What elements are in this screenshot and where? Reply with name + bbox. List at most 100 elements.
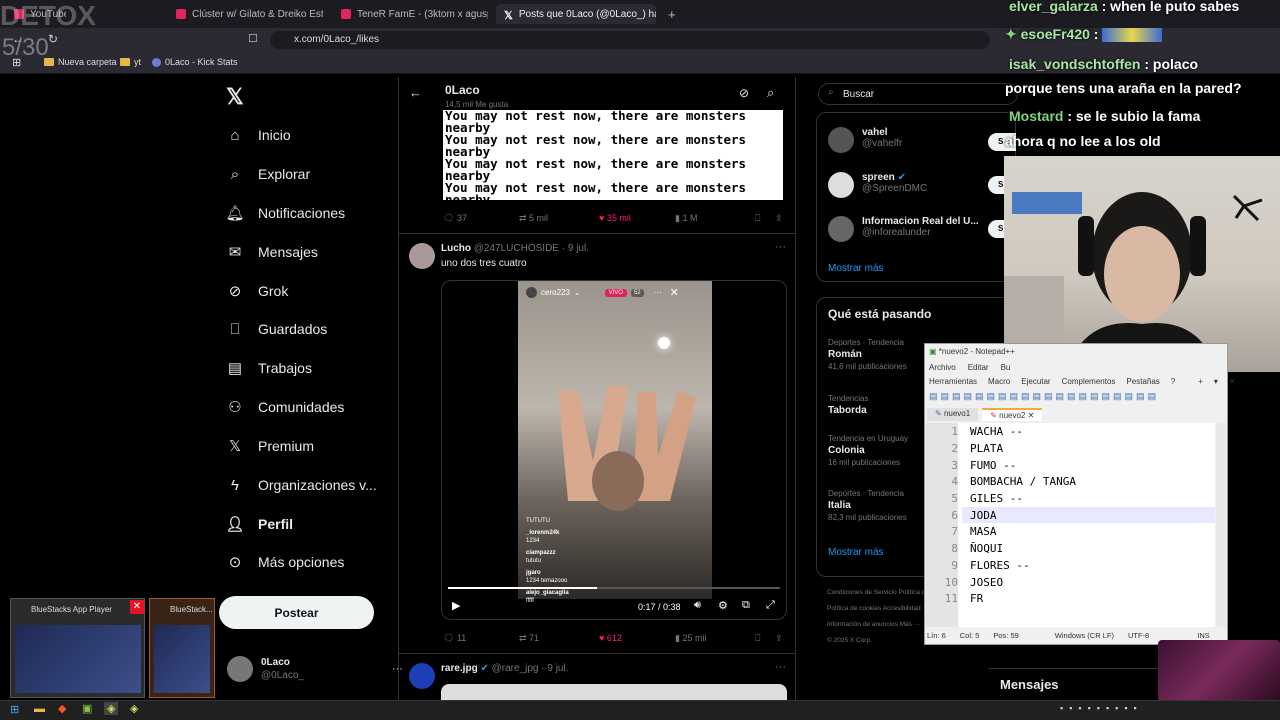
bookmark-kick-stats[interactable]: 0Laco - Kick Stats <box>152 57 238 67</box>
account-switcher[interactable]: 0Laco @0Laco_ ··· <box>227 656 403 682</box>
tweet-image[interactable]: You may not rest now, there are monsters… <box>443 110 783 200</box>
brave-icon[interactable]: ◆ <box>58 702 66 715</box>
author-name[interactable]: Lucho <box>441 243 471 254</box>
who-item[interactable]: spreen ✔ @SpreenDMC <box>828 172 927 198</box>
nav-premium[interactable]: 𝕏 Premium <box>226 437 314 455</box>
more-dots-icon[interactable]: ··· <box>775 661 786 673</box>
nav-more[interactable]: ⊙ Más opciones <box>226 553 345 571</box>
likes-count: 14,5 mil Me gusta <box>445 100 509 109</box>
nav-profile[interactable]: 👤︎ Perfil <box>225 515 293 533</box>
nav-jobs[interactable]: ▤ Trabajos <box>226 359 312 377</box>
tab-nuevo2[interactable]: ✎ nuevo2 ✕ <box>982 408 1043 421</box>
tab-nuevo1[interactable]: ✎ nuevo1 <box>927 408 979 421</box>
thumbnail-bluestacks-2[interactable]: BlueStack... <box>149 598 215 698</box>
tab-tener-fame[interactable]: TeneR FamE - (3ktom x aguspvz x kid <box>333 4 488 24</box>
avatar[interactable] <box>409 243 435 269</box>
views-count[interactable]: ▮ 25 mil <box>675 633 706 644</box>
tab-x-likes[interactable]: 𝕏Posts que 0Laco (@0Laco_) ha m✕ <box>496 4 656 24</box>
pip-icon[interactable]: ⧉ <box>742 599 750 612</box>
tweet-date[interactable]: · 9 jul. <box>562 243 589 254</box>
explorer-icon[interactable]: ▬ <box>34 703 45 715</box>
show-more-link[interactable]: Mostrar más <box>828 547 884 558</box>
menu-pestanas[interactable]: Pestañas <box>1126 377 1159 386</box>
like-button[interactable]: ♥ 35 mil <box>599 213 631 223</box>
dropdown-icon[interactable]: ▾ <box>1214 377 1218 386</box>
new-tab-button[interactable]: + <box>660 4 680 24</box>
post-button[interactable]: Postear <box>219 596 374 629</box>
who-item[interactable]: Informacion Real del U... @inforealunder <box>828 216 979 242</box>
bookmark-icon[interactable]: ☐ <box>248 32 258 45</box>
menu-complementos[interactable]: Complementos <box>1062 377 1116 386</box>
menu-macro[interactable]: Macro <box>988 377 1010 386</box>
trend-item[interactable]: Deportes · Tendencia Román 41,6 mil public… <box>828 337 907 373</box>
bluestacks-icon[interactable]: ◈ <box>130 702 138 715</box>
start-icon[interactable]: ⊞ <box>10 703 19 716</box>
like-button[interactable]: ♥ 612 <box>599 633 622 643</box>
vertical-scrollbar[interactable] <box>1216 423 1226 627</box>
views-count[interactable]: ▮ 1 M <box>675 213 697 224</box>
search-icon[interactable]: ⌕ <box>767 85 774 101</box>
url-field[interactable]: x.com/0Laco_/likes <box>270 31 990 49</box>
video-player[interactable]: cero223 ⌄ VIVO 52 ··· ✕ TUTUTU _lorenm24k… <box>441 280 787 620</box>
bookmark-yt[interactable]: yt <box>120 57 141 67</box>
play-icon[interactable]: ▶ <box>452 599 460 612</box>
trend-item[interactable]: Tendencias Taborda <box>828 393 868 417</box>
nav-home[interactable]: ⌂ Inicio <box>226 126 290 144</box>
messages-drawer[interactable]: Mensajes <box>988 668 1160 700</box>
x-logo-icon: 𝕏 <box>228 438 242 455</box>
nav-notifications[interactable]: 🔔︎ Notificaciones <box>225 204 345 222</box>
text-editor[interactable]: 1 WACHA -- 2 PLATA 3 FUMO -- 4 BOMBACHA / TA… <box>926 423 1215 627</box>
trend-item[interactable]: Tendencia en Uruguay Colonia 16 mil public… <box>828 433 908 469</box>
menu-editar[interactable]: Editar <box>968 363 989 372</box>
who-item[interactable]: vahel @vahelfr <box>828 127 902 153</box>
trend-item[interactable]: Deportes · Tendencia Italia 82,3 mil publi… <box>828 488 907 524</box>
nav-grok[interactable]: ⊘ Grok <box>226 282 289 300</box>
progress-track[interactable] <box>448 587 780 589</box>
nav-explore[interactable]: ⌕ Explorar <box>226 165 310 183</box>
add-icon[interactable]: + <box>1198 377 1203 386</box>
reply-button[interactable]: 🗨︎ 37 <box>443 213 467 224</box>
menu-buscar[interactable]: Bu <box>1001 363 1011 372</box>
reply-button[interactable]: 🗨︎ 11 <box>443 633 466 644</box>
repost-button[interactable]: ⇄ 5 mil <box>519 213 548 224</box>
notepad-icon[interactable]: ▣ <box>82 702 92 715</box>
bluestacks-icon[interactable]: ◈ <box>104 702 119 715</box>
nav-bookmarks[interactable]: ⎕ Guardados <box>226 320 327 338</box>
system-tray[interactable]: ▪▪▪▪▪▪▪▪▪ <box>1060 703 1143 713</box>
bookmark-nueva-carpeta[interactable]: Nueva carpeta <box>44 57 117 67</box>
menu-archivo[interactable]: Archivo <box>929 363 956 372</box>
streamer-silhouette <box>1004 192 1263 372</box>
author-name[interactable]: rare.jpg <box>441 663 478 674</box>
fullscreen-icon[interactable]: ⤢ <box>766 599 775 612</box>
back-arrow-icon[interactable]: ← <box>409 85 422 100</box>
avatar[interactable] <box>409 663 435 689</box>
menu-help[interactable]: ? <box>1171 377 1175 386</box>
close-icon: ✕ <box>1027 411 1035 420</box>
repost-button[interactable]: ⇄ 71 <box>519 633 539 644</box>
menu-herramientas[interactable]: Herramientas <box>929 377 977 386</box>
toolbar[interactable]: ▤▤▤▤▤▤▤▤▤▤▤▤▤▤▤▤▤▤▤▤ <box>929 391 1159 402</box>
author-handle[interactable]: @rare_jpg <box>492 663 539 674</box>
show-more-link[interactable]: Mostrar más <box>828 263 884 274</box>
more-dots-icon[interactable]: ··· <box>775 241 786 253</box>
bookmark-icon[interactable]: ⎕ <box>755 213 760 224</box>
author-handle[interactable]: @247LUCHOSIDE <box>474 243 559 254</box>
share-icon[interactable]: ⇪ <box>775 213 783 224</box>
settings-icon[interactable]: ⚙ <box>718 599 728 612</box>
close-icon[interactable]: ✕ <box>1229 377 1236 386</box>
close-icon[interactable]: ✕ <box>130 600 144 614</box>
tab-cluster[interactable]: Clúster w/ Gilato & Dreiko Estrada - <box>168 4 323 24</box>
nav-organizations[interactable]: ϟ Organizaciones v... <box>226 476 377 494</box>
nav-messages[interactable]: ✉ Mensajes <box>226 243 318 261</box>
tweet-date[interactable]: · 9 jul. <box>541 663 568 674</box>
thumbnail-bluestacks[interactable]: BlueStacks App Player <box>10 598 145 698</box>
menu-ejecutar[interactable]: Ejecutar <box>1021 377 1050 386</box>
reload-icon[interactable]: ↻ <box>48 32 58 46</box>
grok-analyze-icon[interactable]: ⊘ <box>739 86 749 100</box>
nav-communities[interactable]: ⚇ Comunidades <box>226 398 344 416</box>
menu-bar: Archivo Editar Bu <box>929 363 1010 372</box>
x-logo-icon[interactable]: 𝕏 <box>226 84 244 110</box>
share-icon[interactable]: ⇪ <box>775 633 783 644</box>
volume-icon[interactable]: 🔊︎ <box>694 599 701 612</box>
bookmark-icon[interactable]: ⎕ <box>755 633 760 644</box>
